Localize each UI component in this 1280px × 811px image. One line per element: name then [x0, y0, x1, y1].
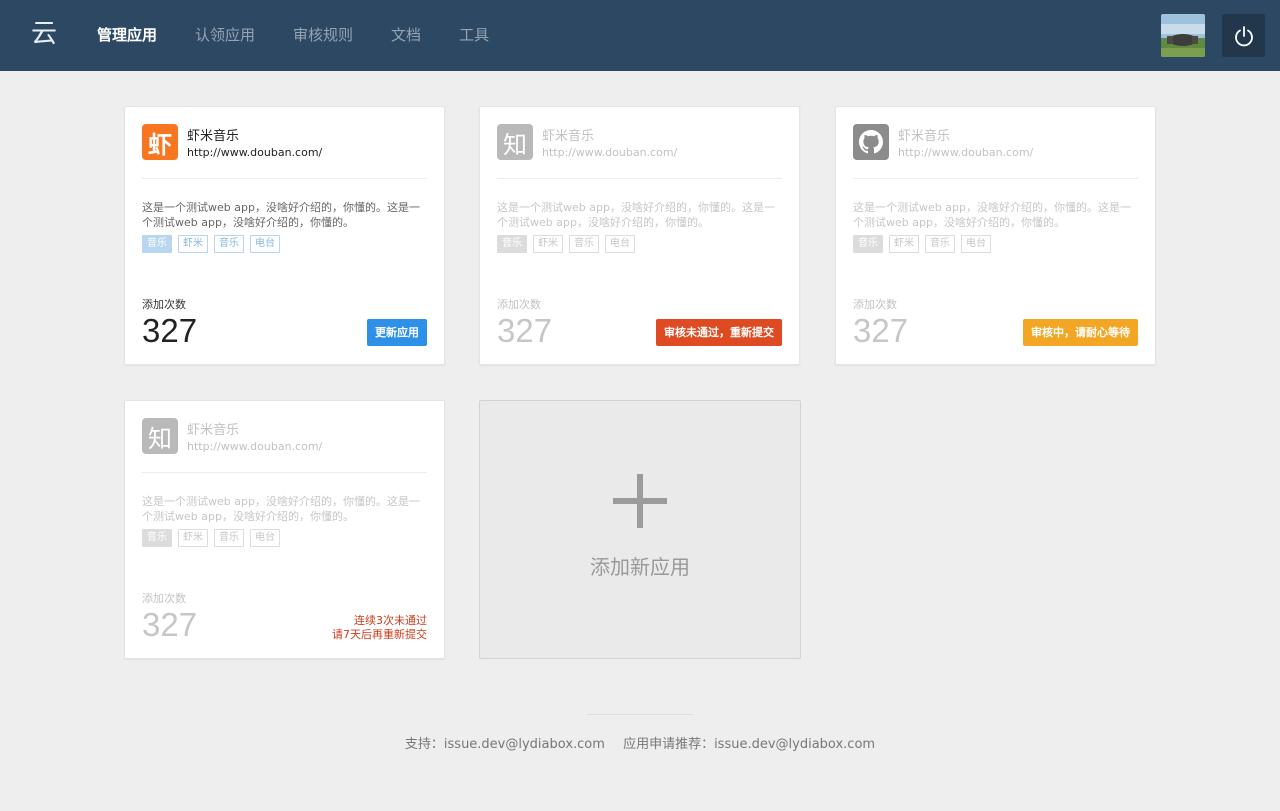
app-url[interactable]: http://www.douban.com/ [898, 146, 1033, 159]
app-card-header: 知 虾米音乐 http://www.douban.com/ [497, 124, 782, 179]
app-card: 知 虾米音乐 http://www.douban.com/ 这是一个测试web … [479, 106, 800, 365]
avatar-image [1161, 14, 1205, 57]
plus-icon [613, 474, 667, 528]
tag[interactable]: 电台 [961, 235, 991, 253]
app-url[interactable]: http://www.douban.com/ [542, 146, 677, 159]
app-card-header: 虾米音乐 http://www.douban.com/ [853, 124, 1138, 179]
app-card: 虾 虾米音乐 http://www.douban.com/ 这是一个测试web … [124, 106, 445, 365]
nav-item-tools[interactable]: 工具 [459, 24, 489, 46]
nav-item-manage-apps[interactable]: 管理应用 [97, 24, 157, 46]
app-description: 这是一个测试web app，没啥好介绍的，你懂的。这是一个测试web app，没… [142, 495, 420, 523]
tag[interactable]: 虾米 [178, 529, 208, 547]
tag-list: 音乐 虾米 音乐 电台 [497, 235, 641, 253]
support-email[interactable]: 支持：issue.dev@lydiabox.com [405, 737, 605, 752]
tag[interactable]: 虾米 [533, 235, 563, 253]
app-name: 虾米音乐 [187, 423, 240, 438]
zhihu-icon: 知 [497, 124, 533, 160]
add-count-value: 327 [142, 312, 198, 349]
top-navbar: 云 管理应用 认领应用 审核规则 文档 工具 [0, 0, 1280, 71]
nav-item-docs[interactable]: 文档 [391, 24, 421, 46]
footer: 支持：issue.dev@lydiabox.com 应用申请推荐：issue.d… [0, 733, 1280, 752]
nav-item-claim-apps[interactable]: 认领应用 [195, 24, 255, 46]
app-url[interactable]: http://www.douban.com/ [187, 440, 322, 453]
tag[interactable]: 电台 [250, 529, 280, 547]
app-card: 虾米音乐 http://www.douban.com/ 这是一个测试web ap… [835, 106, 1156, 365]
tag[interactable]: 音乐 [142, 529, 172, 547]
power-button[interactable] [1222, 14, 1265, 57]
warning-line: 请7天后再重新提交 [332, 628, 427, 641]
app-card-header: 虾 虾米音乐 http://www.douban.com/ [142, 124, 427, 179]
app-name: 虾米音乐 [187, 129, 240, 144]
app-description: 这是一个测试web app，没啥好介绍的，你懂的。这是一个测试web app，没… [853, 201, 1131, 229]
app-name: 虾米音乐 [898, 129, 951, 144]
tag[interactable]: 电台 [250, 235, 280, 253]
tag[interactable]: 音乐 [214, 529, 244, 547]
user-avatar[interactable] [1161, 14, 1205, 57]
add-count-value: 327 [853, 312, 909, 349]
power-icon [1234, 25, 1253, 46]
tag[interactable]: 音乐 [497, 235, 527, 253]
nav-item-review-rules[interactable]: 审核规则 [293, 24, 353, 46]
github-icon [853, 124, 889, 160]
tag[interactable]: 虾米 [889, 235, 919, 253]
app-description: 这是一个测试web app，没啥好介绍的，你懂的。这是一个测试web app，没… [497, 201, 775, 229]
app-card-header: 知 虾米音乐 http://www.douban.com/ [142, 418, 427, 473]
app-card: 知 虾米音乐 http://www.douban.com/ 这是一个测试web … [124, 400, 445, 659]
xiami-icon: 虾 [142, 124, 178, 160]
tag-list: 音乐 虾米 音乐 电台 [142, 235, 286, 253]
footer-divider [587, 714, 693, 715]
warning-line: 连续3次未通过 [354, 614, 427, 627]
recommend-email[interactable]: 应用申请推荐：issue.dev@lydiabox.com [623, 737, 875, 752]
resubmit-button[interactable]: 审核未通过，重新提交 [656, 319, 782, 346]
logo-icon[interactable]: 云 [28, 18, 60, 50]
tag[interactable]: 音乐 [214, 235, 244, 253]
add-new-app-label: 添加新应用 [590, 555, 690, 579]
zhihu-icon: 知 [142, 418, 178, 454]
tag[interactable]: 音乐 [142, 235, 172, 253]
app-url[interactable]: http://www.douban.com/ [187, 146, 322, 159]
tag[interactable]: 音乐 [925, 235, 955, 253]
tag[interactable]: 音乐 [569, 235, 599, 253]
tag[interactable]: 电台 [605, 235, 635, 253]
main-nav: 管理应用 认领应用 审核规则 文档 工具 [97, 24, 527, 46]
app-name: 虾米音乐 [542, 129, 595, 144]
under-review-button[interactable]: 审核中，请耐心等待 [1023, 319, 1138, 346]
add-new-app-card[interactable]: 添加新应用 [479, 400, 801, 659]
tag[interactable]: 虾米 [178, 235, 208, 253]
add-count-value: 327 [497, 312, 553, 349]
tag-list: 音乐 虾米 音乐 电台 [142, 529, 286, 547]
tag-list: 音乐 虾米 音乐 电台 [853, 235, 997, 253]
rejection-warning: 连续3次未通过 请7天后再重新提交 [332, 614, 427, 642]
app-description: 这是一个测试web app，没啥好介绍的，你懂的。这是一个测试web app，没… [142, 201, 420, 229]
update-app-button[interactable]: 更新应用 [367, 319, 427, 346]
tag[interactable]: 音乐 [853, 235, 883, 253]
add-count-value: 327 [142, 606, 198, 643]
